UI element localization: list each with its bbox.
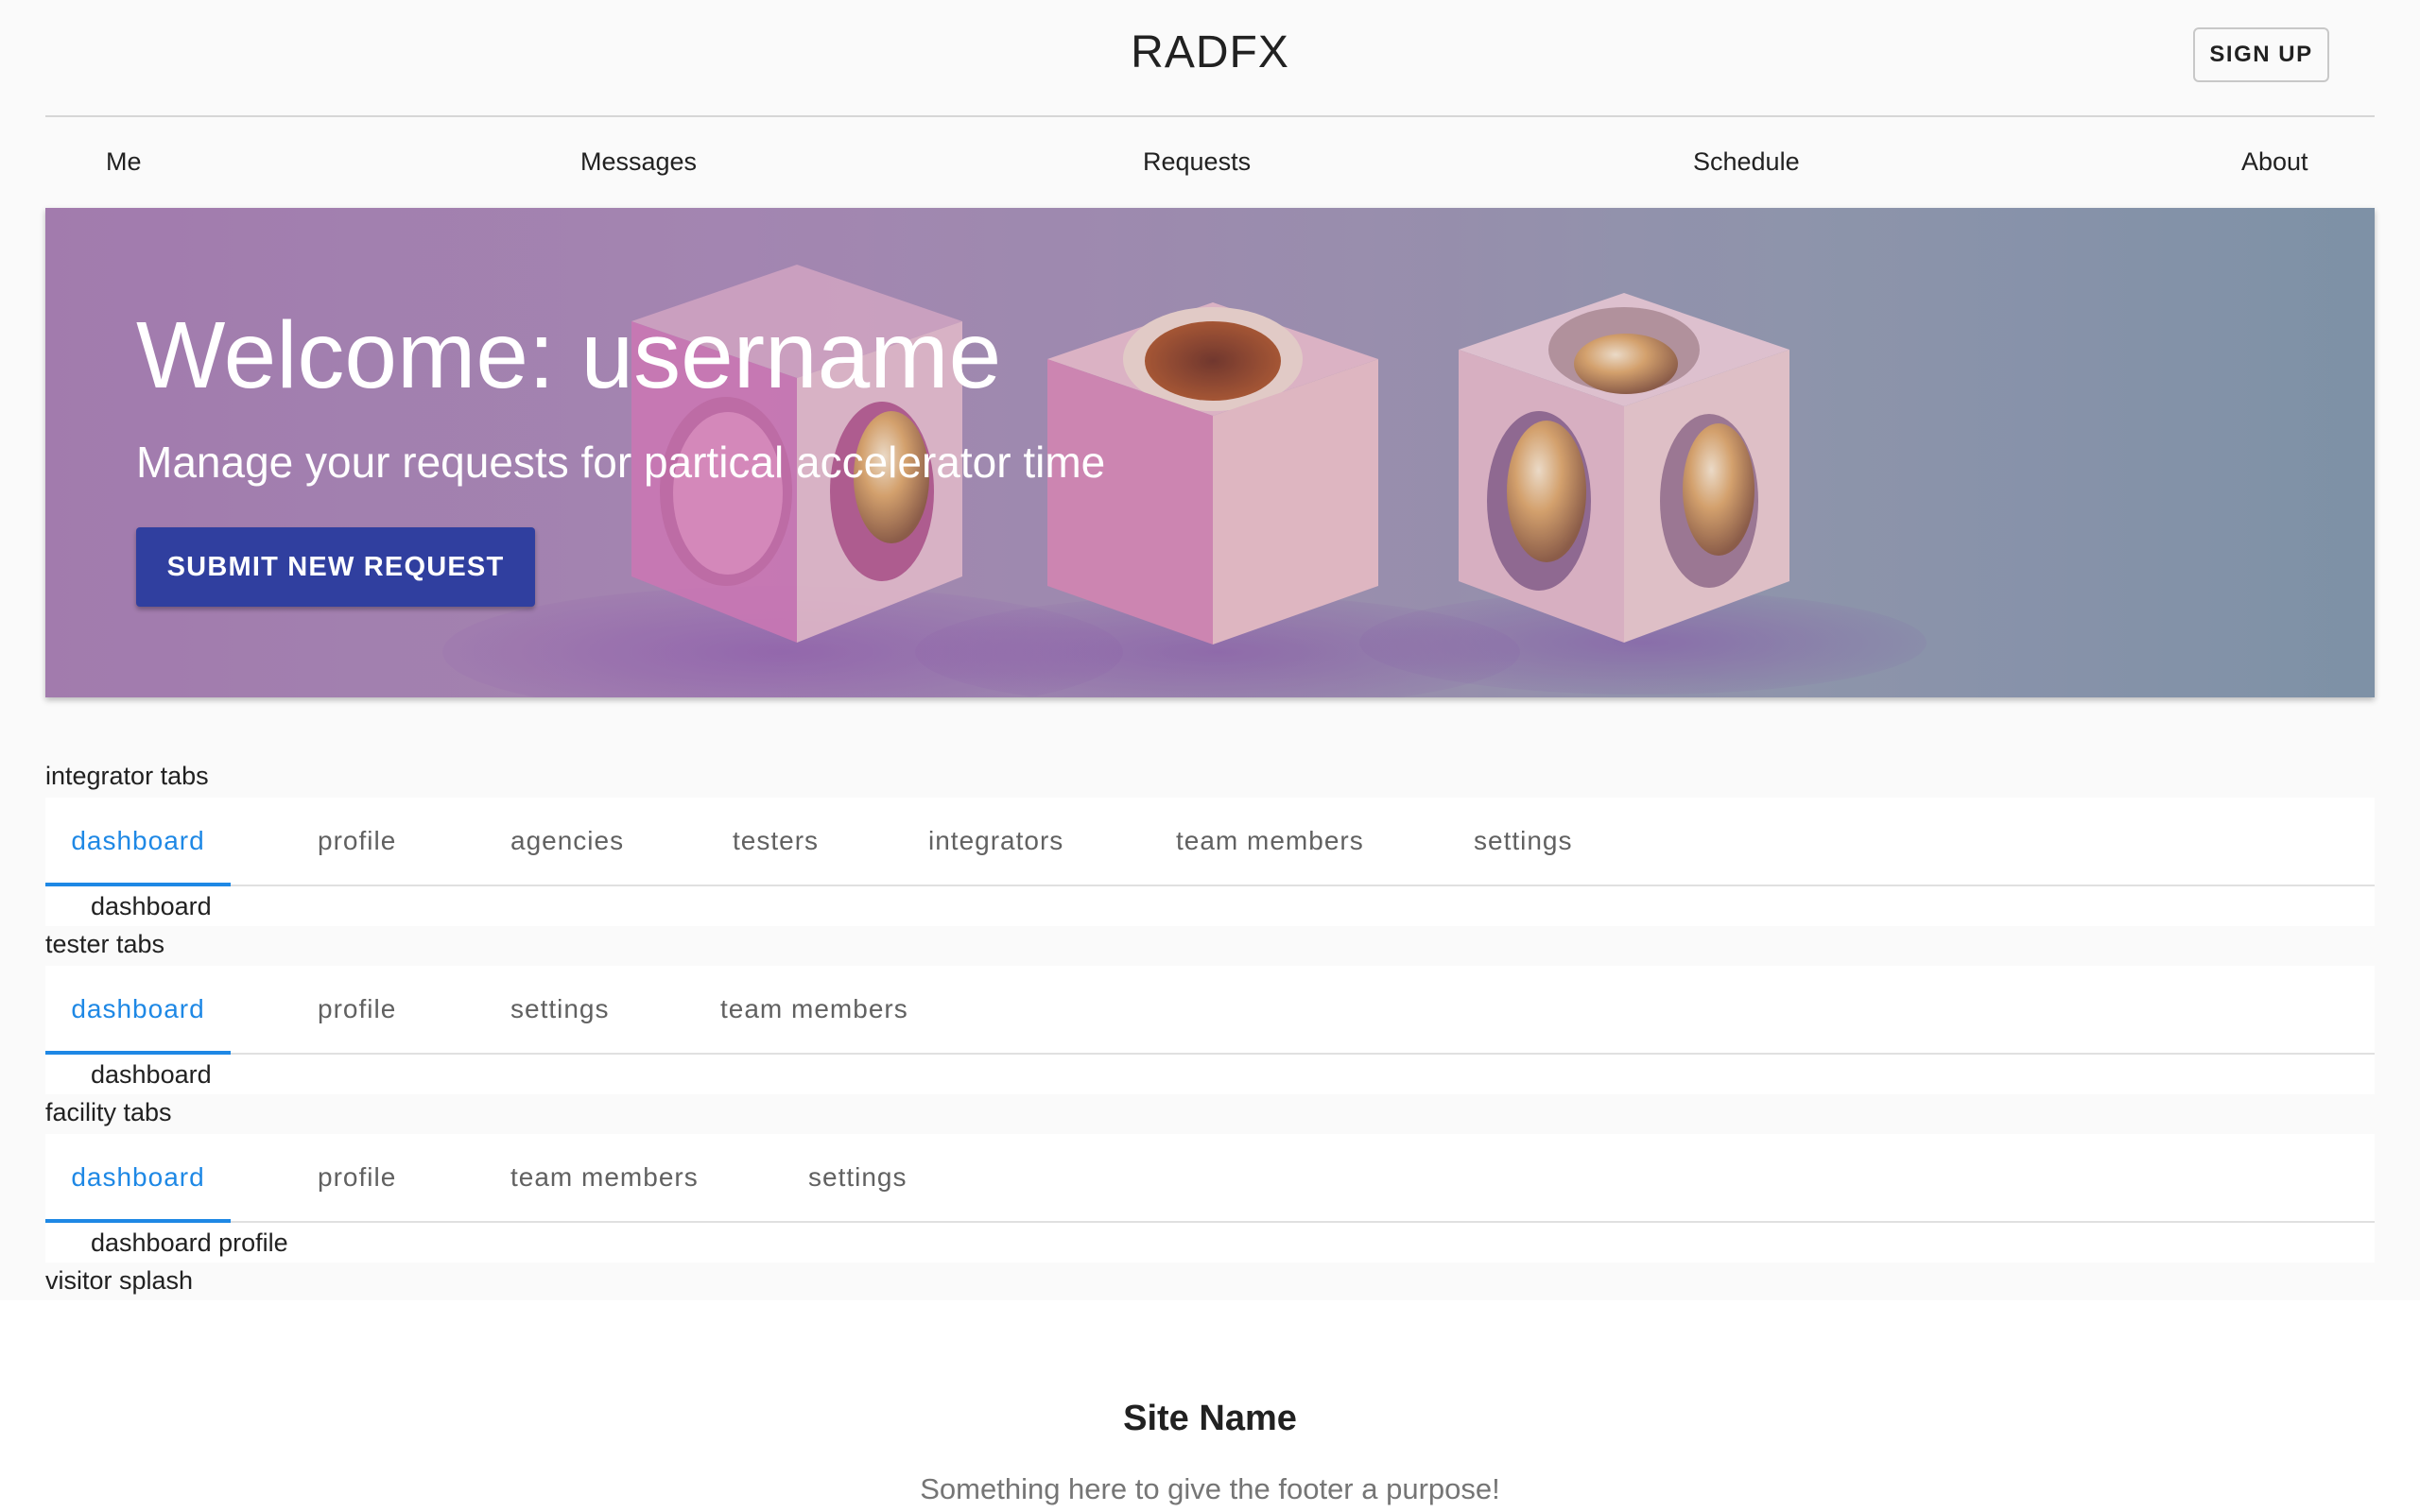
tab-team-members[interactable]: team members [510, 1134, 699, 1221]
tab-integrators[interactable]: integrators [928, 798, 1063, 885]
tab-profile[interactable]: profile [318, 966, 396, 1053]
tab-agencies[interactable]: agencies [510, 798, 624, 885]
hero-subtitle: Manage your requests for partical accele… [136, 438, 1106, 487]
footer-title: Site Name [1123, 1399, 1297, 1438]
tab-label: agencies [510, 826, 625, 855]
tab-label: team members [1176, 826, 1364, 855]
hero-banner: Welcome: username Manage your requests f… [45, 208, 2375, 697]
submit-new-request-button[interactable]: SUBMIT NEW REQUEST [136, 527, 535, 607]
visitor-splash-label: visitor splash [45, 1266, 194, 1295]
site-title: RADFX [1131, 27, 1289, 77]
tab-settings[interactable]: settings [510, 966, 610, 1053]
tab-panel-text: dashboard [91, 892, 212, 920]
tester-tabs: dashboard profile settings team members [45, 966, 2375, 1055]
integrator-tab-panel: dashboard [45, 886, 2375, 926]
tab-profile[interactable]: profile [318, 798, 396, 885]
tab-label: dashboard [71, 994, 205, 1023]
main-nav: Me Messages Requests Schedule About [45, 117, 2375, 208]
tab-dashboard[interactable]: dashboard [45, 798, 231, 886]
nav-item-me[interactable]: Me [106, 147, 142, 177]
tab-settings[interactable]: settings [808, 1134, 908, 1221]
sign-up-button[interactable]: SIGN UP [2193, 27, 2329, 82]
nav-item-messages[interactable]: Messages [580, 147, 697, 177]
facility-tabs-label: facility tabs [45, 1098, 172, 1126]
tab-settings[interactable]: settings [1474, 798, 1573, 885]
tab-label: integrators [928, 826, 1064, 855]
tab-dashboard[interactable]: dashboard [45, 1134, 231, 1223]
tab-panel-text: dashboard [91, 1060, 212, 1089]
tab-panel-text: dashboard profile [91, 1228, 288, 1257]
nav-item-schedule[interactable]: Schedule [1693, 147, 1800, 177]
facility-tabs: dashboard profile team members settings [45, 1134, 2375, 1223]
tab-label: profile [318, 1162, 397, 1192]
tab-label: testers [733, 826, 820, 855]
hero-title: Welcome: username [136, 302, 1002, 408]
tab-label: team members [510, 1162, 699, 1192]
nav-item-about[interactable]: About [2241, 147, 2308, 177]
tab-label: settings [510, 994, 610, 1023]
tab-dashboard[interactable]: dashboard [45, 966, 231, 1055]
footer-subtitle: Something here to give the footer a purp… [920, 1472, 1500, 1505]
tab-label: team members [720, 994, 908, 1023]
facility-tab-panel: dashboard profile [45, 1223, 2375, 1263]
tab-team-members[interactable]: team members [720, 966, 908, 1053]
tab-label: settings [1474, 826, 1573, 855]
nav-item-requests[interactable]: Requests [1143, 147, 1251, 177]
integrator-tabs-label: integrator tabs [45, 762, 209, 790]
tester-tabs-label: tester tabs [45, 930, 165, 958]
page-footer: Site Name Something here to give the foo… [0, 1300, 2420, 1512]
tab-label: profile [318, 826, 397, 855]
tab-label: dashboard [71, 826, 205, 855]
tab-label: settings [808, 1162, 908, 1192]
tab-team-members[interactable]: team members [1176, 798, 1364, 885]
integrator-tabs: dashboard profile agencies testers integ… [45, 798, 2375, 886]
tab-profile[interactable]: profile [318, 1134, 396, 1221]
tab-label: dashboard [71, 1162, 205, 1192]
tab-label: profile [318, 994, 397, 1023]
tab-testers[interactable]: testers [733, 798, 819, 885]
app-header: RADFX SIGN UP [45, 0, 2375, 117]
tester-tab-panel: dashboard [45, 1055, 2375, 1094]
